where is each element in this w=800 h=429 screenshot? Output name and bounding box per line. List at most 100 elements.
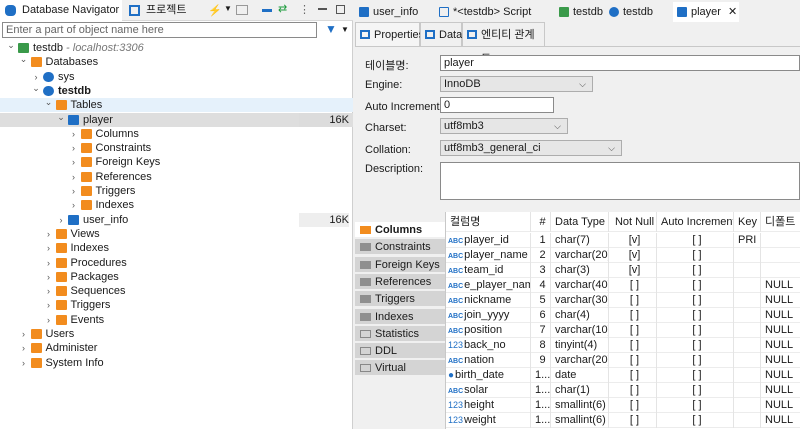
editor-tab[interactable]: player ✕ (673, 2, 739, 22)
column-header[interactable]: Key (734, 212, 761, 232)
chevron-right-icon[interactable]: › (44, 313, 54, 327)
column-header[interactable]: Data Type (551, 212, 609, 232)
auto-increment-input[interactable]: 0 (440, 97, 554, 113)
chevron-right-icon[interactable]: › (44, 227, 54, 241)
table-row[interactable]: 123height 1... smallint(6) [ ] [ ] NULL (446, 398, 800, 413)
chevron-right-icon[interactable]: › (69, 198, 79, 212)
editor-tab[interactable]: user_info (355, 2, 433, 22)
editor-tab[interactable]: *<testdb> Script (435, 2, 547, 22)
section-tab[interactable]: Indexes (355, 308, 445, 325)
chevron-down-icon[interactable]: ⌄ (31, 81, 41, 95)
section-tab[interactable]: Virtual (355, 360, 445, 377)
chevron-right-icon[interactable]: › (69, 170, 79, 184)
tree-item[interactable]: › System Info (0, 356, 353, 370)
table-name-input[interactable]: player (440, 55, 800, 71)
tree-item[interactable]: › References (0, 170, 353, 184)
collation-select[interactable]: utf8mb3_general_ci ⌵ (440, 140, 622, 156)
maximize-icon[interactable] (336, 5, 345, 14)
subtab[interactable]: 엔티티 관계도 (462, 22, 545, 65)
chevron-right-icon[interactable]: › (44, 241, 54, 255)
table-row[interactable]: ABCsolar 1... char(1) [ ] [ ] NULL (446, 383, 800, 398)
chevron-right-icon[interactable]: › (44, 270, 54, 284)
chevron-down-icon[interactable]: ⌄ (6, 38, 16, 52)
tree-item[interactable]: › Views (0, 227, 353, 241)
chevron-right-icon[interactable]: › (19, 327, 29, 341)
tree-item[interactable]: › sys (0, 70, 353, 84)
collapse-all-icon[interactable] (262, 9, 272, 12)
description-input[interactable] (440, 162, 800, 200)
table-row[interactable]: ABCteam_id 3 char(3) [v] [ ] (446, 263, 800, 278)
table-row[interactable]: ABCplayer_name 2 varchar(20) [v] [ ] (446, 248, 800, 263)
tree-item[interactable]: › Indexes (0, 241, 353, 255)
chevron-right-icon[interactable]: › (19, 356, 29, 370)
chevron-right-icon[interactable]: › (69, 141, 79, 155)
tab-projects[interactable]: 프로젝트 (124, 0, 194, 21)
chevron-down-icon[interactable]: ▼ (341, 25, 349, 34)
tree-item[interactable]: › Administer (0, 341, 353, 355)
chevron-down-icon[interactable]: ▼ (224, 4, 232, 13)
tree-item[interactable]: ⌄ Databases (0, 52, 353, 69)
new-connection-icon[interactable]: ⚡ (208, 4, 222, 17)
link-editor-icon[interactable]: ⇄ (278, 2, 287, 15)
chevron-right-icon[interactable]: › (56, 213, 66, 227)
filter-input[interactable]: Enter a part of object name here (2, 22, 317, 38)
tree-item[interactable]: › Indexes (0, 198, 353, 212)
column-header[interactable]: # (531, 212, 551, 232)
tree-item[interactable]: › Triggers (0, 184, 353, 198)
tree-item[interactable]: ⌄ testdb - localhost:3306 (0, 38, 353, 55)
column-header[interactable]: Auto Increment (657, 212, 734, 232)
column-header[interactable]: Not Null (609, 212, 657, 232)
chevron-right-icon[interactable]: › (44, 284, 54, 298)
table-row[interactable]: ABCposition 7 varchar(10) [ ] [ ] NULL (446, 323, 800, 338)
table-row[interactable]: ●birth_date 1... date [ ] [ ] NULL (446, 368, 800, 383)
tree-item[interactable]: › Foreign Keys (0, 155, 353, 169)
chevron-down-icon[interactable]: ⌄ (44, 95, 54, 109)
section-tab[interactable]: Constraints (355, 239, 445, 256)
tree-item[interactable]: › Constraints (0, 141, 353, 155)
subtab[interactable]: Properties (355, 22, 424, 46)
section-tab[interactable]: Statistics (355, 325, 445, 342)
section-tab[interactable]: Columns (355, 222, 445, 238)
table-row[interactable]: 123back_no 8 tinyint(4) [ ] [ ] NULL (446, 338, 800, 353)
editor-tab[interactable]: testdb (605, 2, 665, 22)
chevron-down-icon[interactable]: ⌄ (19, 52, 29, 66)
table-row[interactable]: ABCnickname 5 varchar(30) [ ] [ ] NULL (446, 293, 800, 308)
table-row[interactable]: ABCe_player_name 4 varchar(40) [ ] [ ] NULL (446, 278, 800, 293)
section-tab[interactable]: References (355, 273, 445, 290)
engine-select[interactable]: InnoDB ⌵ (440, 76, 593, 92)
tree-item[interactable]: › Sequences (0, 284, 353, 298)
section-tab[interactable]: DDL (355, 343, 445, 360)
view-menu-icon[interactable]: ⋮ (299, 3, 310, 16)
section-tab[interactable]: Triggers (355, 291, 445, 308)
tree-item[interactable]: › user_info 16K (0, 212, 353, 227)
filter-icon[interactable]: ▼ (325, 22, 337, 36)
tree-item[interactable]: › Columns (0, 127, 353, 141)
column-header[interactable]: 컬럼명 (446, 212, 531, 232)
chevron-right-icon[interactable]: › (69, 184, 79, 198)
subtab[interactable]: Data (420, 22, 462, 46)
table-row[interactable]: ABCjoin_yyyy 6 char(4) [ ] [ ] NULL (446, 308, 800, 323)
table-row[interactable]: 123weight 1... smallint(6) [ ] [ ] NULL (446, 413, 800, 428)
chevron-right-icon[interactable]: › (44, 298, 54, 312)
chevron-right-icon[interactable]: › (69, 127, 79, 141)
close-icon[interactable]: ✕ (725, 6, 737, 18)
section-tab[interactable]: Foreign Keys (355, 256, 445, 273)
table-row[interactable]: ABCplayer_id 1 char(7) [v] [ ] PRI (446, 233, 800, 248)
chevron-right-icon[interactable]: › (69, 155, 79, 169)
chevron-right-icon[interactable]: › (44, 256, 54, 270)
tab-database-navigator[interactable]: Database Navigator ✕ (0, 0, 122, 37)
tree-item[interactable]: ⌄ player 16K (0, 110, 353, 127)
minimize-icon[interactable] (318, 8, 327, 10)
column-header[interactable]: 디폴트 (761, 212, 800, 232)
chevron-right-icon[interactable]: › (19, 341, 29, 355)
tree-item[interactable]: › Users (0, 327, 353, 341)
tree-item[interactable]: › Triggers (0, 298, 353, 312)
tree-item[interactable]: › Packages (0, 270, 353, 284)
charset-select[interactable]: utf8mb3 ⌵ (440, 118, 568, 134)
tree-item[interactable]: › Events (0, 313, 353, 327)
editor-tab[interactable]: testdb (555, 2, 603, 22)
chevron-down-icon[interactable]: ⌄ (56, 110, 66, 124)
table-row[interactable]: ABCnation 9 varchar(20) [ ] [ ] NULL (446, 353, 800, 368)
tree-item[interactable]: › Procedures (0, 256, 353, 270)
tree-item[interactable]: ⌄ Tables (0, 95, 353, 113)
